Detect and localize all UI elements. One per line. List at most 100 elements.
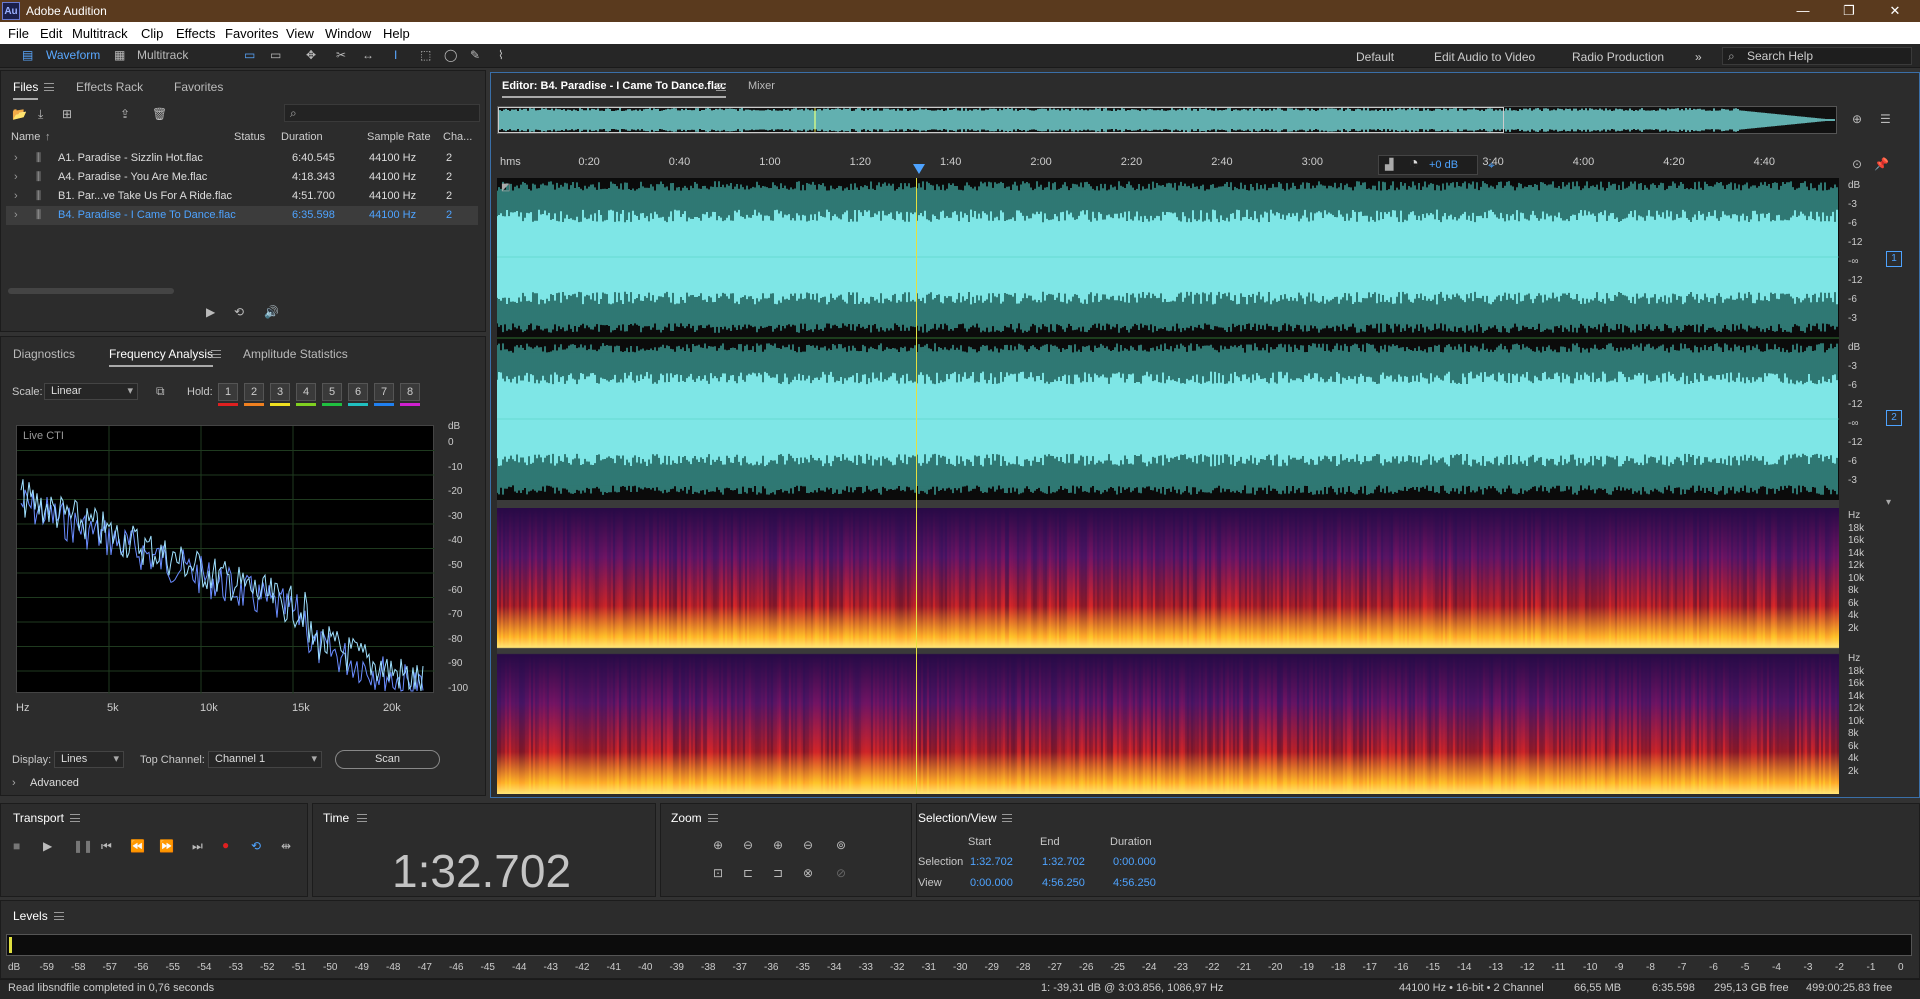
zoom-in-amplitude-icon[interactable]: ⊕ xyxy=(713,838,723,852)
tab-mixer[interactable]: Mixer xyxy=(748,80,775,92)
tab-files[interactable]: Files xyxy=(13,80,39,100)
hold-button-6[interactable]: 6 xyxy=(348,383,368,401)
zoom-reset-icon[interactable]: ⊘ xyxy=(836,866,846,880)
tab-editor[interactable]: Editor: B4. Paradise - I Came To Dance.f… xyxy=(502,80,727,98)
fast-forward-icon[interactable]: ⏩ xyxy=(159,839,174,853)
play-preview-icon[interactable]: ▶ xyxy=(206,305,215,319)
view-duration-field[interactable]: 4:56.250 xyxy=(1113,877,1156,889)
spot-healing-tool-icon[interactable]: ⌇ xyxy=(498,48,504,62)
zoom-selection-right-icon[interactable]: ⊐ xyxy=(773,866,783,880)
menu-file[interactable]: File xyxy=(8,26,29,41)
time-ruler[interactable] xyxy=(497,152,1839,178)
expand-icon[interactable]: › xyxy=(14,171,18,183)
file-row[interactable]: › ⫼ A1. Paradise - Sizzlin Hot.flac 6:40… xyxy=(6,149,478,168)
advanced-expand-icon[interactable]: › xyxy=(12,777,16,789)
vertical-zoom-icon[interactable]: ⊙ xyxy=(1852,157,1862,171)
loop-playback-icon[interactable]: ⟲ xyxy=(251,839,261,853)
insert-into-multitrack-icon[interactable]: ⇪ xyxy=(120,107,130,121)
display-select[interactable]: Lines xyxy=(54,751,124,768)
levels-menu-icon[interactable] xyxy=(54,912,64,920)
time-selection-tool-icon[interactable]: I xyxy=(394,48,397,62)
top-channel-select[interactable]: Channel 1 xyxy=(208,751,322,768)
files-horizontal-scrollbar[interactable] xyxy=(8,288,174,294)
pause-icon[interactable]: ❚❚ xyxy=(73,839,93,853)
workspace-default[interactable]: Default xyxy=(1356,50,1394,64)
spectral-divider[interactable] xyxy=(497,500,1839,508)
collapse-arrow-icon[interactable]: ▾ xyxy=(1886,497,1891,508)
workspace-radio-production[interactable]: Radio Production xyxy=(1572,50,1664,64)
file-row[interactable]: › ⫼ B1. Par...ve Take Us For A Ride.flac… xyxy=(6,187,478,206)
slip-tool-icon[interactable]: ↔ xyxy=(362,48,374,62)
hud-volume-control[interactable]: ▟ ◔ +0 dB xyxy=(1378,155,1478,175)
col-status[interactable]: Status xyxy=(234,131,265,143)
channel-1-badge[interactable]: 1 xyxy=(1886,251,1902,267)
tab-diagnostics[interactable]: Diagnostics xyxy=(13,347,75,361)
editor-panel-menu-icon[interactable] xyxy=(716,83,726,91)
pin-hud-icon[interactable]: ⌖ xyxy=(1488,158,1495,173)
menu-help[interactable]: Help xyxy=(383,26,410,41)
stop-icon[interactable]: ■ xyxy=(13,839,20,853)
waveform-button[interactable]: Waveform xyxy=(46,48,100,62)
advanced-toggle[interactable]: Advanced xyxy=(30,777,79,789)
tab-frequency-analysis[interactable]: Frequency Analysis xyxy=(109,347,214,367)
zoom-out-time-icon[interactable]: ⊖ xyxy=(803,838,813,852)
hold-button-8[interactable]: 8 xyxy=(400,383,420,401)
zoom-out-amplitude-icon[interactable]: ⊖ xyxy=(743,838,753,852)
zoom-in-time-icon[interactable]: ⊕ xyxy=(773,838,783,852)
hold-button-5[interactable]: 5 xyxy=(322,383,342,401)
tab-effects-rack[interactable]: Effects Rack xyxy=(76,80,143,94)
selection-start-field[interactable]: 1:32.702 xyxy=(970,856,1013,868)
open-file-icon[interactable]: 📂 xyxy=(12,107,27,121)
show-spectral-icon[interactable]: ▭ xyxy=(270,48,281,62)
selection-end-field[interactable]: 1:32.702 xyxy=(1042,856,1085,868)
hud-gain-value[interactable]: +0 dB xyxy=(1429,159,1458,171)
menu-clip[interactable]: Clip xyxy=(141,26,163,41)
tab-favorites[interactable]: Favorites xyxy=(174,80,223,94)
frequency-graph[interactable]: Live CTI xyxy=(16,425,435,694)
lasso-tool-icon[interactable]: ◯ xyxy=(444,48,457,62)
expand-icon[interactable]: › xyxy=(14,190,18,202)
pin-icon[interactable]: 📌 xyxy=(1874,157,1889,171)
rewind-icon[interactable]: ⏪ xyxy=(130,839,145,853)
autoplay-icon[interactable]: 🔊 xyxy=(264,305,279,319)
reset-icon[interactable]: ⧉ xyxy=(156,384,165,399)
tab-amplitude-statistics[interactable]: Amplitude Statistics xyxy=(243,347,348,361)
col-duration[interactable]: Duration xyxy=(281,131,323,143)
menu-multitrack[interactable]: Multitrack xyxy=(72,26,128,41)
play-icon[interactable]: ▶ xyxy=(43,839,52,853)
scan-button[interactable]: Scan xyxy=(335,750,440,769)
menu-window[interactable]: Window xyxy=(325,26,371,41)
expand-icon[interactable]: › xyxy=(14,152,18,164)
overview-navigator[interactable] xyxy=(497,106,1837,134)
search-help-input[interactable]: Search Help xyxy=(1722,47,1912,65)
col-sample-rate[interactable]: Sample Rate xyxy=(367,131,431,143)
menu-view[interactable]: View xyxy=(286,26,314,41)
hold-button-3[interactable]: 3 xyxy=(270,383,290,401)
col-channels[interactable]: Cha... xyxy=(443,131,472,143)
current-time-display[interactable]: 1:32.702 xyxy=(392,844,571,898)
minimize-button[interactable]: — xyxy=(1780,0,1826,22)
file-row-selected[interactable]: › ⫼ B4. Paradise - I Came To Dance.flac … xyxy=(6,206,478,225)
view-start-field[interactable]: 0:00.000 xyxy=(970,877,1013,889)
new-file-icon[interactable]: ⊞ xyxy=(62,107,72,121)
analysis-panel-menu-icon[interactable] xyxy=(211,350,221,358)
hold-button-1[interactable]: 1 xyxy=(218,383,238,401)
zoom-selection-left-icon[interactable]: ⊏ xyxy=(743,866,753,880)
move-tool-icon[interactable]: ✥ xyxy=(306,48,316,62)
marquee-tool-icon[interactable]: ⬚ xyxy=(420,48,431,62)
more-workspaces-icon[interactable]: » xyxy=(1695,50,1702,64)
razor-tool-icon[interactable]: ✂ xyxy=(336,48,346,62)
skip-selection-icon[interactable]: ⇹ xyxy=(281,839,291,853)
files-panel-menu-icon[interactable] xyxy=(44,83,54,91)
zoom-out-full-icon[interactable]: ⊚ xyxy=(836,838,846,852)
playhead-marker[interactable] xyxy=(913,164,925,174)
zoom-navigator-icon[interactable]: ⊕ xyxy=(1852,112,1862,126)
zoom-out-all-icon[interactable]: ⊗ xyxy=(803,866,813,880)
go-to-start-icon[interactable]: ⏮ xyxy=(101,839,112,854)
hold-button-4[interactable]: 4 xyxy=(296,383,316,401)
time-menu-icon[interactable] xyxy=(357,814,367,822)
volume-knob-icon[interactable]: ◔ xyxy=(1409,155,1419,173)
waveform-display[interactable]: ◩ xyxy=(497,178,1839,500)
zoom-menu-icon[interactable] xyxy=(708,814,718,822)
menu-favorites[interactable]: Favorites xyxy=(225,26,278,41)
